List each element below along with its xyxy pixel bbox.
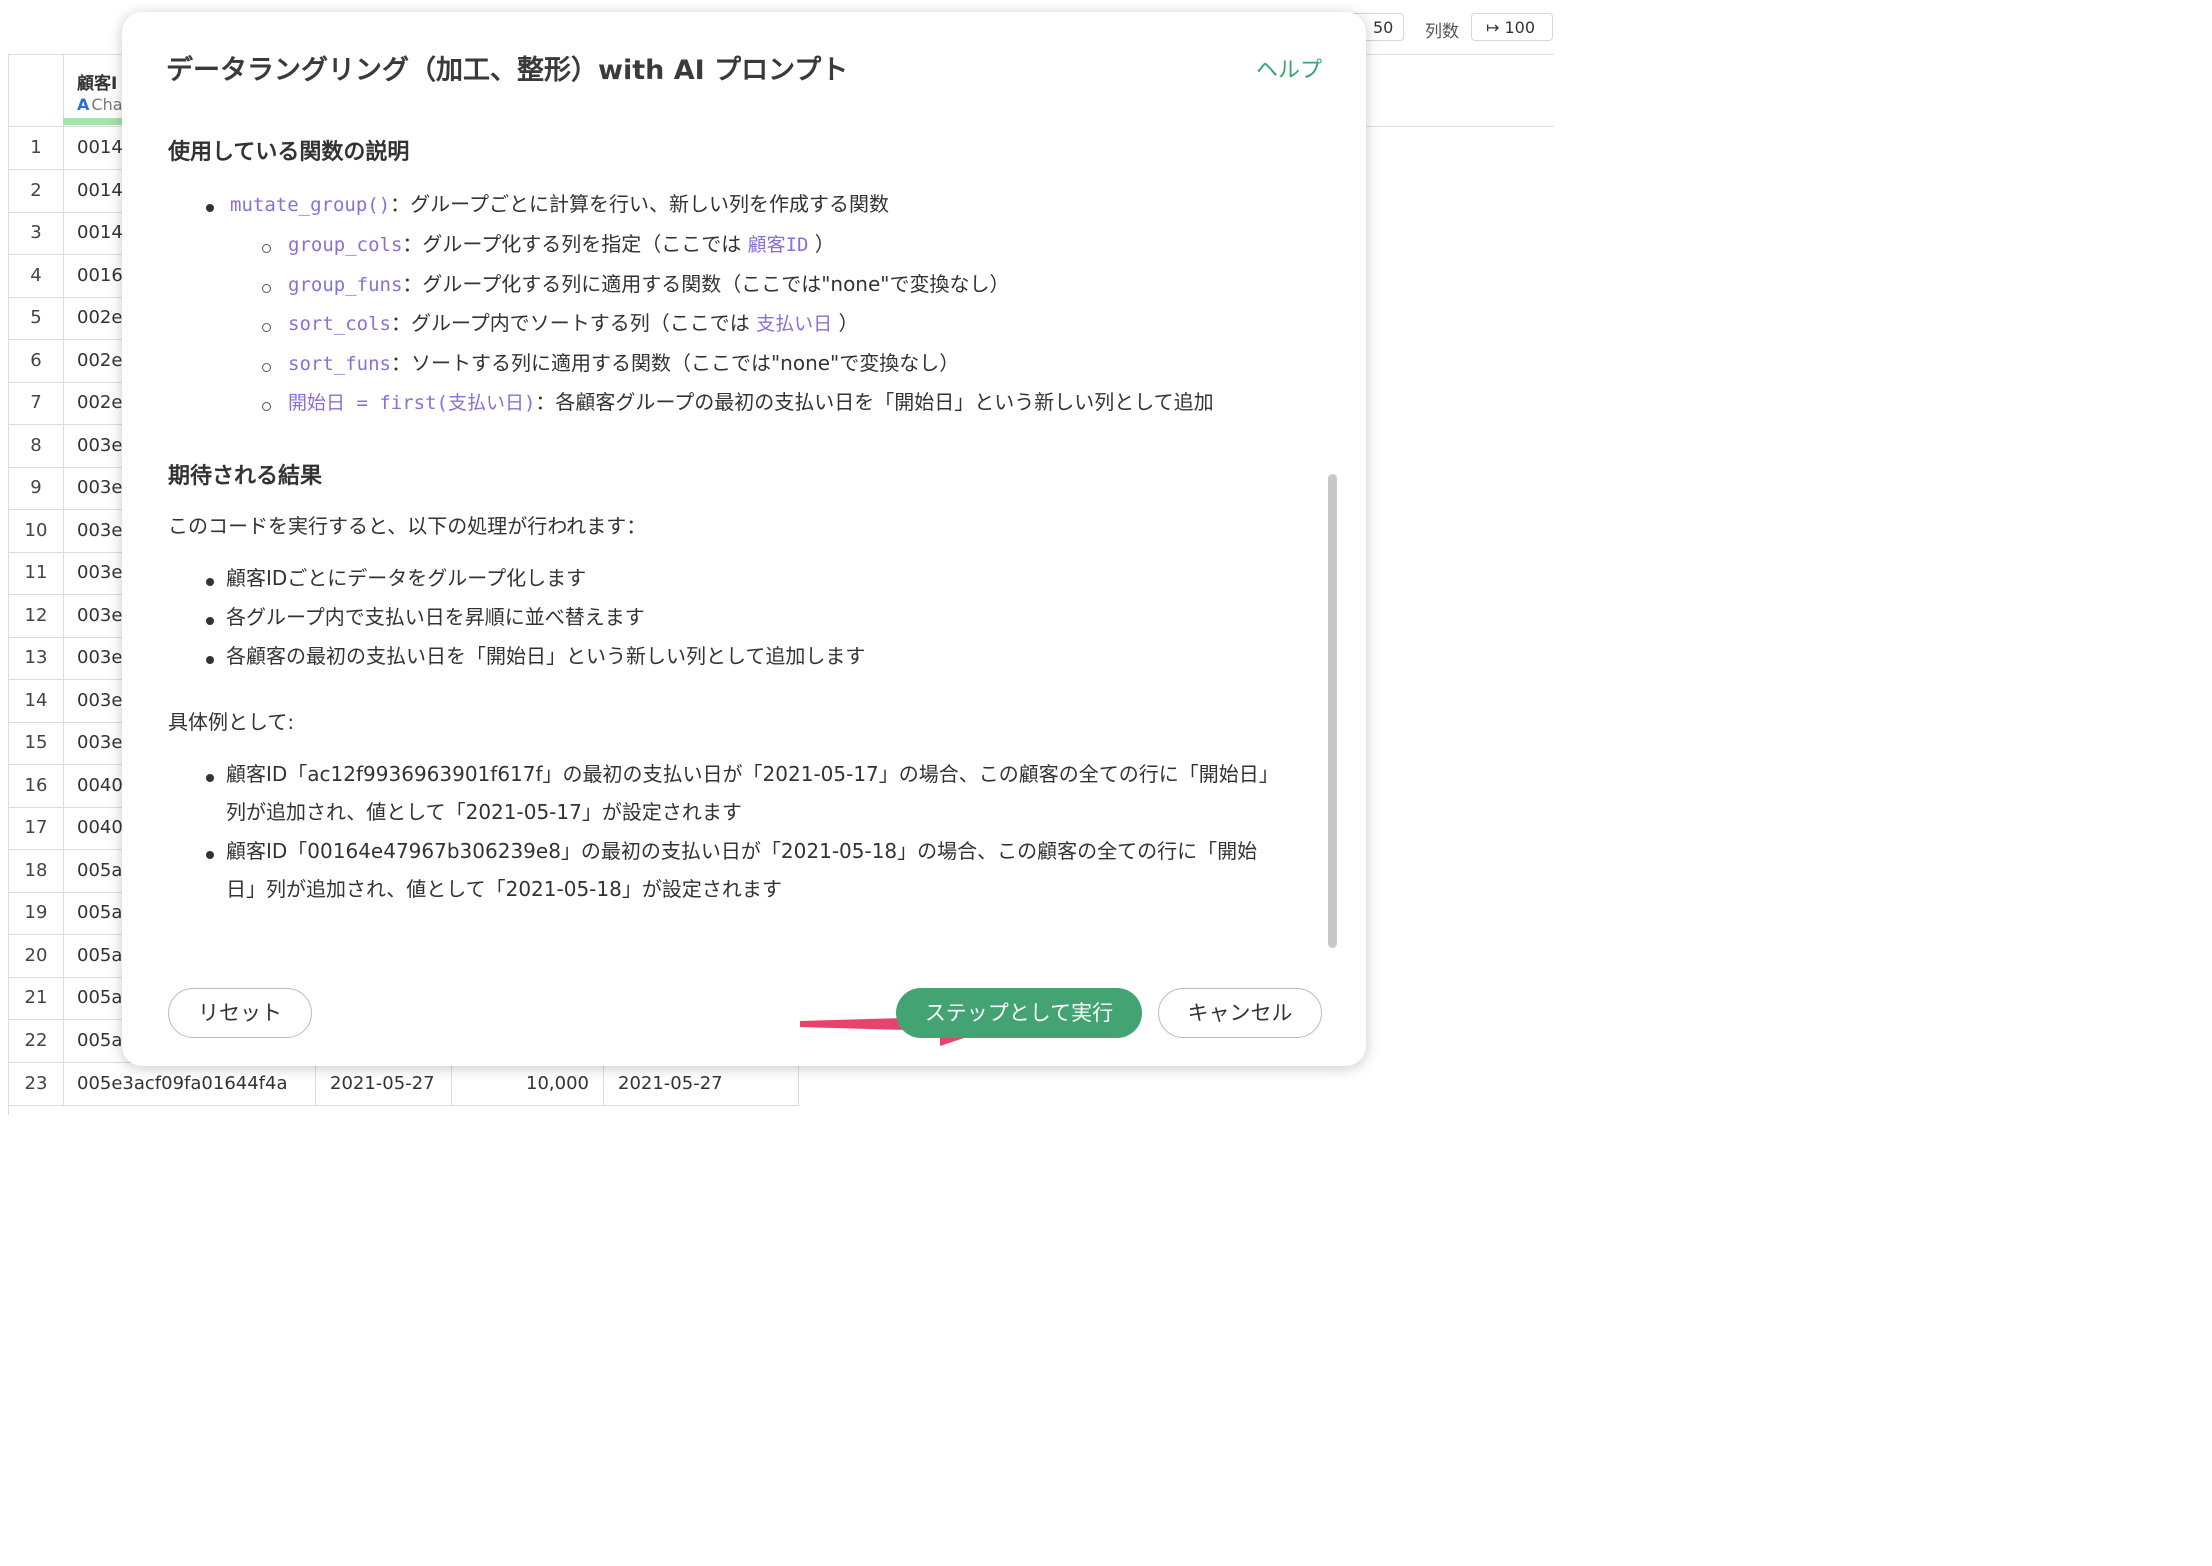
sub-bullet xyxy=(262,323,271,332)
row-number: 2 xyxy=(9,169,64,212)
bullet xyxy=(206,851,214,859)
table-cell[interactable]: 005a xyxy=(77,892,122,934)
table-cell[interactable]: 10,000 xyxy=(451,1063,603,1105)
column-type-label: A Cha xyxy=(77,95,123,114)
character-type-icon: A xyxy=(77,95,90,114)
row-number: 22 xyxy=(9,1019,64,1062)
table-cell[interactable]: 005e3acf09fa01644f4a xyxy=(77,1063,288,1105)
dialog-scrollbar[interactable] xyxy=(1328,474,1337,948)
row-number: 10 xyxy=(9,509,64,552)
section-heading-functions: 使用している関数の説明 xyxy=(168,140,410,165)
row-number: 19 xyxy=(9,892,64,934)
results-intro: このコードを実行すると、以下の処理が行われます： xyxy=(168,514,647,538)
table-cell[interactable]: 005a xyxy=(77,977,122,1019)
row-number: 3 xyxy=(9,212,64,254)
row-number: 15 xyxy=(9,722,64,764)
row-number: 1 xyxy=(9,127,64,169)
row-number: 14 xyxy=(9,679,64,722)
table-cell[interactable]: 005a xyxy=(77,850,122,892)
example-item: 顧客ID「ac12f9936963901f617f」の最初の支払い日が「2021… xyxy=(226,762,1279,786)
table-cell[interactable]: 0014 xyxy=(77,170,123,212)
table-cell[interactable]: 003e xyxy=(77,425,122,467)
row-number-header xyxy=(9,55,64,126)
cols-count-input[interactable]: ↦ 100 xyxy=(1471,13,1553,41)
table-cell[interactable]: 0014 xyxy=(77,212,123,254)
table-cell[interactable]: 003e xyxy=(77,467,122,509)
example-item-continued: 列が追加され、値として「2021-05-17」が設定されます xyxy=(226,800,742,824)
row-number: 12 xyxy=(9,594,64,637)
row-number: 23 xyxy=(9,1063,64,1105)
row-number: 7 xyxy=(9,382,64,424)
table-cell[interactable]: 002e xyxy=(77,340,122,382)
row-number: 8 xyxy=(9,424,64,467)
sub-bullet xyxy=(262,402,271,411)
sub-bullet xyxy=(262,244,271,253)
sub-bullet xyxy=(262,283,271,293)
table-row[interactable]: 23 005e3acf09fa01644f4a 2021-05-27 10,00… xyxy=(9,1063,799,1106)
cancel-button[interactable]: キャンセル xyxy=(1158,988,1322,1038)
help-link[interactable]: ヘルプ xyxy=(1256,52,1322,84)
table-cell[interactable]: 0014 xyxy=(77,127,123,169)
table-cell[interactable]: 003e xyxy=(77,552,122,594)
table-cell[interactable]: 003e xyxy=(77,722,122,764)
section-heading-results: 期待される結果 xyxy=(168,464,323,489)
row-number: 18 xyxy=(9,849,64,892)
row-number: 4 xyxy=(9,254,64,297)
example-item-continued: 日」列が追加され、値として「2021-05-18」が設定されます xyxy=(226,877,782,901)
table-cell[interactable]: 0016 xyxy=(77,255,123,297)
run-as-step-button[interactable]: ステップとして実行 xyxy=(896,988,1142,1038)
table-cell[interactable]: 0040 xyxy=(77,765,123,807)
sub-bullet xyxy=(262,362,271,372)
row-number: 17 xyxy=(9,807,64,849)
parameter-description: group_funs：グループ化する列に適用する関数（ここでは"none"で変換… xyxy=(288,271,1010,296)
bullet xyxy=(206,617,214,625)
function-description: mutate_group()：グループごとに計算を行い、新しい列を作成する関数 xyxy=(230,192,889,216)
table-cell[interactable]: 003e xyxy=(77,680,122,722)
result-item: 顧客IDごとにデータをグループ化します xyxy=(226,566,587,590)
table-cell[interactable]: 2021-05-27 xyxy=(603,1063,799,1105)
parameter-description: 開始日 = first(支払い日)：各顧客グループの最初の支払い日を「開始日」と… xyxy=(288,390,1214,414)
row-number: 16 xyxy=(9,764,64,807)
dialog-title: データラングリング（加工、整形）with AI プロンプト xyxy=(166,55,849,86)
row-number: 6 xyxy=(9,339,64,382)
table-cell[interactable]: 0040 xyxy=(77,807,123,849)
example-label: 具体例として: xyxy=(168,710,295,734)
parameter-description: group_cols：グループ化する列を指定（ここでは 顧客ID ） xyxy=(288,232,835,256)
row-number: 20 xyxy=(9,934,64,977)
table-cell[interactable]: 003e xyxy=(77,510,122,552)
reset-button[interactable]: リセット xyxy=(168,988,312,1038)
dialog-body: 使用している関数の説明 mutate_group()：グループごとに計算を行い、… xyxy=(168,108,1308,964)
bullet xyxy=(206,656,214,664)
table-cell[interactable]: 003e xyxy=(77,637,122,679)
parameter-description: sort_funs：ソートする列に適用する関数（ここでは"none"で変換なし） xyxy=(288,350,960,375)
cols-count-label: 列数 xyxy=(1425,22,1459,42)
ai-prompt-dialog: データラングリング（加工、整形）with AI プロンプト ヘルプ 使用している… xyxy=(122,12,1366,1066)
table-cell[interactable]: 2021-05-27 xyxy=(315,1063,451,1105)
column-header-title[interactable]: 顧客I xyxy=(77,69,117,94)
result-item: 各グループ内で支払い日を昇順に並べ替えます xyxy=(226,605,645,629)
result-item: 各顧客の最初の支払い日を「開始日」という新しい列として追加します xyxy=(226,644,866,668)
row-number: 21 xyxy=(9,977,64,1019)
table-cell[interactable]: 003e xyxy=(77,595,122,637)
table-cell[interactable]: 002e xyxy=(77,382,122,424)
bullet xyxy=(206,774,214,782)
row-number: 13 xyxy=(9,637,64,679)
parameter-description: sort_cols：グループ内でソートする列（ここでは 支払い日 ） xyxy=(288,311,859,335)
bullet xyxy=(206,204,214,212)
example-item: 顧客ID「00164e47967b306239e8」の最初の支払い日が「2021… xyxy=(226,839,1258,863)
table-cell[interactable]: 002e xyxy=(77,297,122,339)
table-cell[interactable]: 005a xyxy=(77,1020,122,1062)
bullet xyxy=(206,578,214,586)
row-number: 9 xyxy=(9,467,64,509)
row-number: 5 xyxy=(9,297,64,339)
row-number: 11 xyxy=(9,552,64,594)
table-cell[interactable]: 005a xyxy=(77,935,122,977)
